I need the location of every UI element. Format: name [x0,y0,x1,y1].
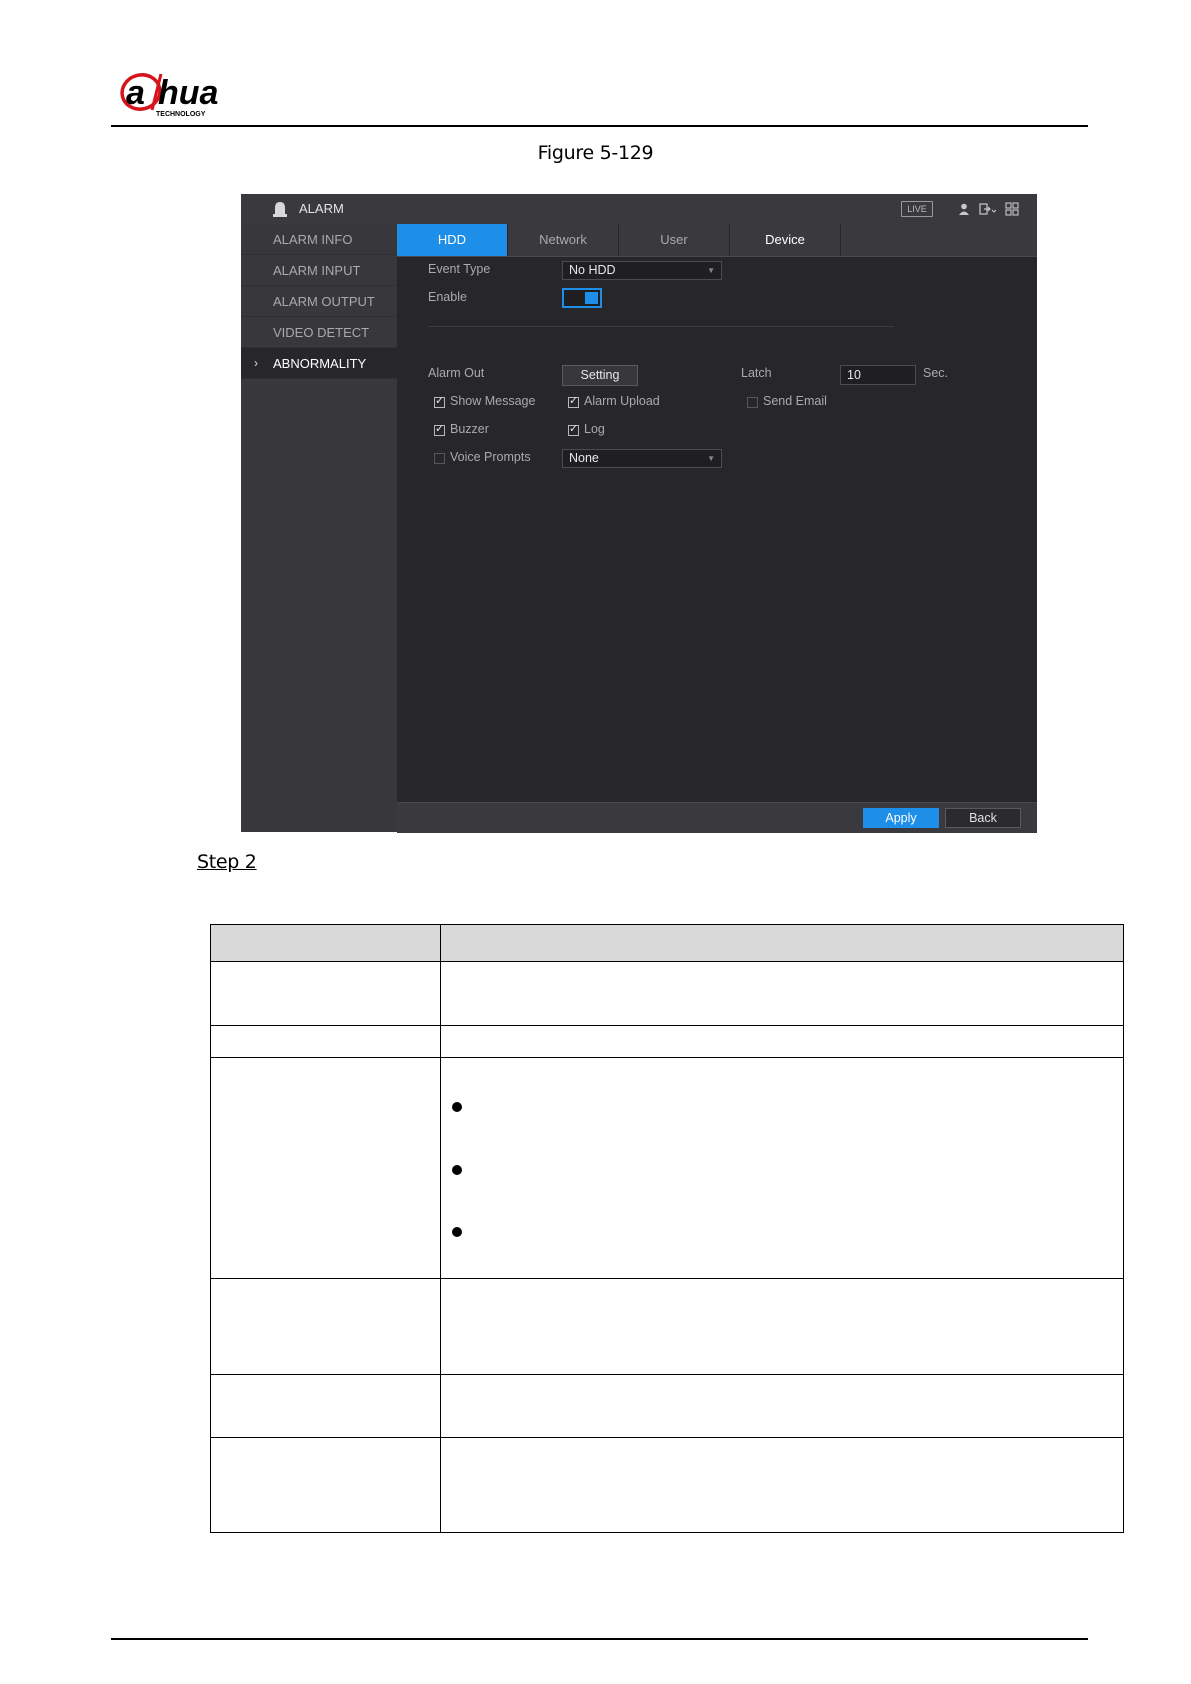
logout-icon[interactable] [979,202,997,216]
sidebar-item-alarm-output[interactable]: ALARM OUTPUT [241,286,397,317]
latch-input[interactable]: 10 [840,365,916,385]
dahua-logo: a hua TECHNOLOGY [120,70,260,122]
check-icon: ✓ [435,395,445,407]
check-icon: ✓ [569,423,579,435]
table-rule [210,961,1124,962]
window-title: ALARM [299,201,344,216]
chevron-down-icon: ▼ [707,266,715,275]
parameter-table [210,924,1124,1533]
user-icon[interactable] [957,202,971,216]
table-rule [210,924,1124,925]
alarm-upload-label: Alarm Upload [584,394,660,408]
table-rule [210,1057,1124,1058]
tab-bar: HDD Network User Device [397,224,1037,257]
sidebar-item-abnormality[interactable]: › ABNORMALITY [241,348,397,379]
log-checkbox[interactable]: ✓ [568,423,579,436]
header-rule [111,125,1088,127]
sidebar-item-label: ALARM INFO [273,232,353,247]
chevron-down-icon: ▼ [707,454,715,463]
sidebar-item-label: VIDEO DETECT [273,325,370,340]
alarm-out-setting-button[interactable]: Setting [562,365,638,386]
alarm-out-label: Alarm Out [428,366,485,380]
bullet-icon [452,1102,462,1112]
tab-user[interactable]: User [619,224,730,256]
enable-toggle[interactable] [562,288,602,308]
alarm-window: ALARM LIVE ALARM INFO ALARM INPUT ALARM … [241,194,1037,833]
tab-hdd[interactable]: HDD [397,224,508,256]
sidebar-item-alarm-info[interactable]: ALARM INFO [241,224,397,255]
buzzer-label: Buzzer [450,422,489,436]
event-type-label: Event Type [428,262,491,276]
bullet-icon [452,1227,462,1237]
send-email-checkbox[interactable] [747,397,758,408]
enable-label: Enable [428,290,467,304]
voice-prompts-checkbox[interactable] [434,453,445,464]
figure-caption: Figure 5-129 [537,142,654,164]
table-rule [210,924,211,1533]
toggle-knob [585,292,598,304]
sidebar-item-video-detect[interactable]: VIDEO DETECT [241,317,397,348]
back-button[interactable]: Back [945,808,1021,828]
show-message-checkbox[interactable]: ✓ [434,395,445,408]
svg-text:hua: hua [158,74,218,112]
apply-button[interactable]: Apply [863,808,939,828]
table-rule [210,1025,1124,1026]
voice-prompts-label: Voice Prompts [450,450,531,464]
bullet-icon [452,1165,462,1175]
table-rule [210,1437,1124,1438]
voice-prompts-select[interactable]: None ▼ [562,449,722,468]
alarm-upload-checkbox[interactable]: ✓ [568,395,579,408]
grid-menu-icon[interactable] [1005,202,1019,216]
sidebar-item-label: ALARM INPUT [273,263,361,278]
table-rule [210,1278,1124,1279]
section-divider [428,326,894,327]
log-label: Log [584,422,605,436]
check-icon: ✓ [435,423,445,435]
check-icon: ✓ [569,395,579,407]
footer-bar [397,802,1037,833]
sidebar-item-label: ABNORMALITY [273,356,367,371]
event-type-value: No HDD [569,263,616,277]
step-label: Step 2 [197,851,257,873]
event-type-select[interactable]: No HDD ▼ [562,261,722,280]
table-rule [210,1374,1124,1375]
latch-unit: Sec. [923,366,949,380]
svg-text:TECHNOLOGY: TECHNOLOGY [156,111,206,118]
sidebar-item-alarm-input[interactable]: ALARM INPUT [241,255,397,286]
send-email-label: Send Email [763,394,827,408]
tab-network[interactable]: Network [508,224,619,256]
chevron-right-icon: › [254,356,258,370]
svg-text:a: a [126,74,145,112]
alarm-sidebar: ALARM INFO ALARM INPUT ALARM OUTPUT VIDE… [241,224,397,832]
sidebar-item-label: ALARM OUTPUT [273,294,375,309]
alarm-bell-icon [271,200,289,218]
footer-rule [111,1638,1088,1640]
live-button[interactable]: LIVE [901,201,933,217]
voice-prompts-value: None [569,451,599,465]
buzzer-checkbox[interactable]: ✓ [434,423,445,436]
table-header-row [210,924,1124,961]
table-rule [1123,924,1124,1533]
show-message-label: Show Message [450,394,536,408]
table-rule [440,924,441,1533]
table-rule [210,1532,1124,1533]
tab-device[interactable]: Device [730,224,841,256]
latch-label: Latch [741,366,772,380]
